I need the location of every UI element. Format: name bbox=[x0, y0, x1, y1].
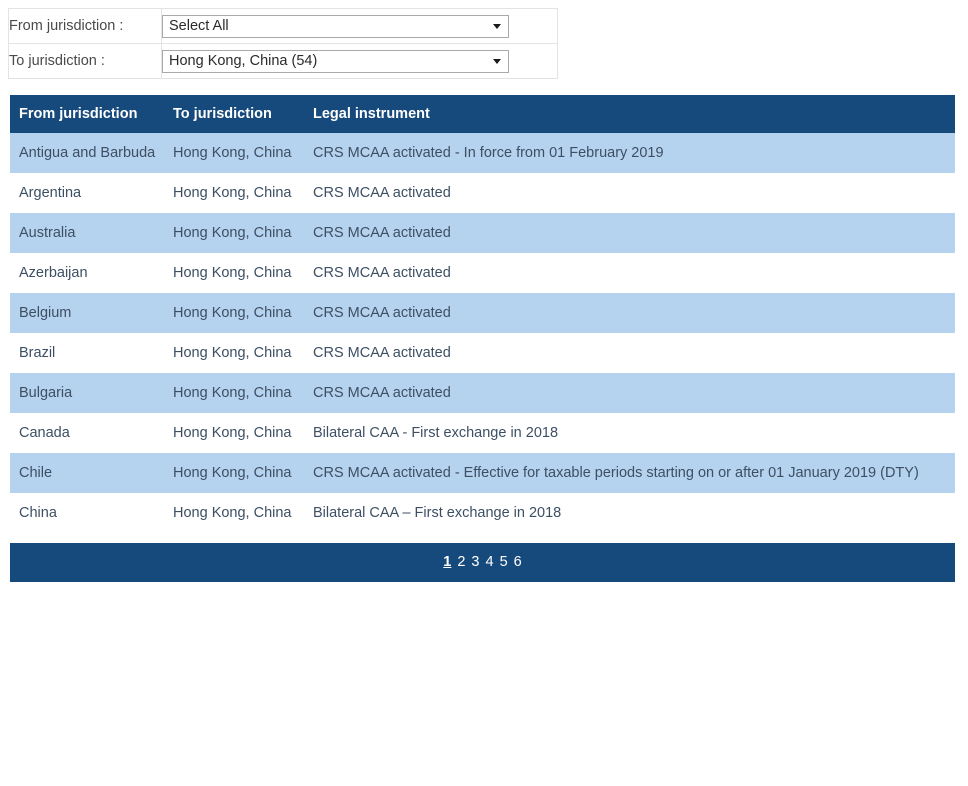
pagination-page-3[interactable]: 3 bbox=[468, 554, 482, 570]
chevron-down-icon[interactable] bbox=[493, 24, 501, 29]
table-header-row: From jurisdiction To jurisdiction Legal … bbox=[10, 95, 955, 133]
to-jurisdiction-cell: Hong Kong, China (54) bbox=[161, 43, 558, 79]
filter-table: From jurisdiction : Select All To jurisd… bbox=[8, 8, 558, 79]
column-header-legal-instrument: Legal instrument bbox=[313, 95, 955, 133]
cell-from-jurisdiction: Canada bbox=[10, 413, 173, 453]
cell-to-jurisdiction: Hong Kong, China bbox=[173, 293, 313, 333]
chevron-down-icon[interactable] bbox=[493, 59, 501, 64]
cell-to-jurisdiction: Hong Kong, China bbox=[173, 253, 313, 293]
table-row: Brazil Hong Kong, China CRS MCAA activated bbox=[10, 333, 955, 373]
results-panel: From jurisdiction To jurisdiction Legal … bbox=[0, 79, 968, 533]
filter-row-to: To jurisdiction : Hong Kong, China (54) bbox=[8, 43, 558, 79]
to-jurisdiction-selected-value: Hong Kong, China (54) bbox=[169, 52, 318, 69]
cell-legal-instrument: CRS MCAA activated bbox=[313, 213, 955, 253]
exchange-relationships-table: From jurisdiction To jurisdiction Legal … bbox=[10, 95, 955, 533]
cell-to-jurisdiction: Hong Kong, China bbox=[173, 133, 313, 173]
column-header-from-jurisdiction: From jurisdiction bbox=[10, 95, 173, 133]
table-row: Australia Hong Kong, China CRS MCAA activa… bbox=[10, 213, 955, 253]
cell-legal-instrument: CRS MCAA activated bbox=[313, 333, 955, 373]
pagination-page-2[interactable]: 2 bbox=[454, 554, 468, 570]
cell-from-jurisdiction: Argentina bbox=[10, 173, 173, 213]
to-jurisdiction-label: To jurisdiction : bbox=[8, 43, 162, 79]
cell-from-jurisdiction: Australia bbox=[10, 213, 173, 253]
cell-from-jurisdiction: Azerbaijan bbox=[10, 253, 173, 293]
from-jurisdiction-select[interactable]: Select All bbox=[162, 14, 509, 38]
cell-to-jurisdiction: Hong Kong, China bbox=[173, 213, 313, 253]
cell-to-jurisdiction: Hong Kong, China bbox=[173, 413, 313, 453]
cell-legal-instrument: CRS MCAA activated bbox=[313, 293, 955, 333]
cell-from-jurisdiction: Bulgaria bbox=[10, 373, 173, 413]
pagination-page-6[interactable]: 6 bbox=[511, 554, 525, 570]
cell-to-jurisdiction: Hong Kong, China bbox=[173, 333, 313, 373]
from-jurisdiction-label: From jurisdiction : bbox=[8, 8, 162, 44]
cell-from-jurisdiction: Brazil bbox=[10, 333, 173, 373]
pagination-page-5[interactable]: 5 bbox=[497, 554, 511, 570]
cell-from-jurisdiction: Antigua and Barbuda bbox=[10, 133, 173, 173]
table-row: Bulgaria Hong Kong, China CRS MCAA activat… bbox=[10, 373, 955, 413]
cell-to-jurisdiction: Hong Kong, China bbox=[173, 373, 313, 413]
table-row: China Hong Kong, China Bilateral CAA – Fir… bbox=[10, 493, 955, 533]
pagination-page-1[interactable]: 1 bbox=[440, 554, 454, 570]
column-header-to-jurisdiction: To jurisdiction bbox=[173, 95, 313, 133]
cell-to-jurisdiction: Hong Kong, China bbox=[173, 453, 313, 493]
filter-panel: From jurisdiction : Select All To jurisd… bbox=[0, 0, 968, 79]
table-header: From jurisdiction To jurisdiction Legal … bbox=[10, 95, 955, 133]
pagination-page-4[interactable]: 4 bbox=[483, 554, 497, 570]
table-row: Antigua and Barbuda Hong Kong, China CRS M… bbox=[10, 133, 955, 173]
from-jurisdiction-cell: Select All bbox=[161, 8, 558, 44]
pagination: 123456 bbox=[10, 543, 955, 582]
filter-table-body: From jurisdiction : Select All To jurisd… bbox=[8, 8, 558, 79]
cell-from-jurisdiction: Belgium bbox=[10, 293, 173, 333]
cell-legal-instrument: Bilateral CAA – First exchange in 2018 bbox=[313, 493, 955, 533]
cell-legal-instrument: Bilateral CAA - First exchange in 2018 bbox=[313, 413, 955, 453]
cell-from-jurisdiction: China bbox=[10, 493, 173, 533]
filter-row-from: From jurisdiction : Select All bbox=[8, 8, 558, 44]
cell-from-jurisdiction: Chile bbox=[10, 453, 173, 493]
cell-legal-instrument: CRS MCAA activated - Effective for taxab… bbox=[313, 453, 955, 493]
cell-to-jurisdiction: Hong Kong, China bbox=[173, 493, 313, 533]
cell-legal-instrument: CRS MCAA activated - In force from 01 Fe… bbox=[313, 133, 955, 173]
cell-to-jurisdiction: Hong Kong, China bbox=[173, 173, 313, 213]
from-jurisdiction-selected-value: Select All bbox=[169, 17, 229, 34]
cell-legal-instrument: CRS MCAA activated bbox=[313, 373, 955, 413]
table-body: Antigua and Barbuda Hong Kong, China CRS M… bbox=[10, 133, 955, 533]
table-row: Belgium Hong Kong, China CRS MCAA activate… bbox=[10, 293, 955, 333]
to-jurisdiction-select[interactable]: Hong Kong, China (54) bbox=[162, 49, 509, 73]
table-row: Azerbaijan Hong Kong, China CRS MCAA activ… bbox=[10, 253, 955, 293]
cell-legal-instrument: CRS MCAA activated bbox=[313, 173, 955, 213]
table-row: Chile Hong Kong, China CRS MCAA activated … bbox=[10, 453, 955, 493]
table-row: Argentina Hong Kong, China CRS MCAA activa… bbox=[10, 173, 955, 213]
table-row: Canada Hong Kong, China Bilateral CAA - Fi… bbox=[10, 413, 955, 453]
cell-legal-instrument: CRS MCAA activated bbox=[313, 253, 955, 293]
